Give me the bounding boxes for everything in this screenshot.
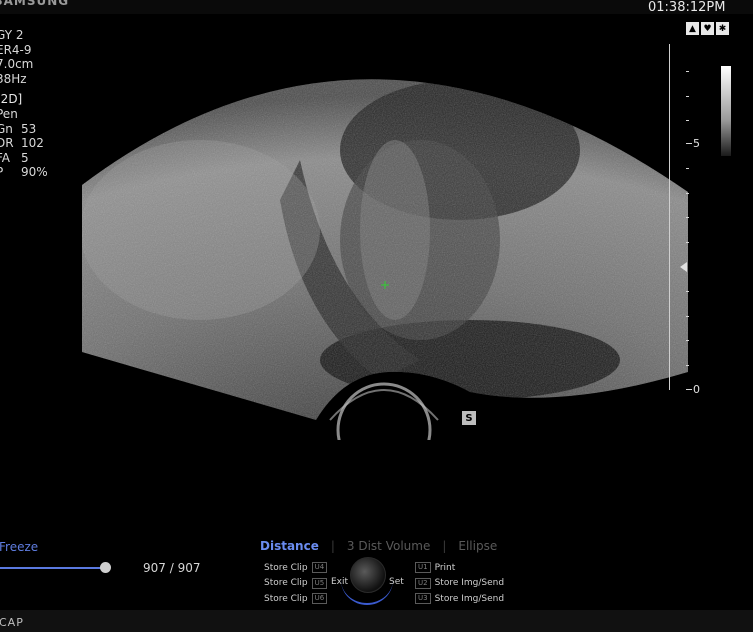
- scale-label-5: 5: [693, 137, 700, 150]
- scale-tick: [686, 242, 689, 243]
- freeze-label[interactable]: Freeze: [0, 540, 38, 554]
- scale-tick: [686, 340, 689, 341]
- cine-slider-track[interactable]: [0, 567, 104, 569]
- softkeys-right: U1 Print U2 Store Img/Send U3 Store Img/Sen…: [415, 560, 504, 607]
- trackball-set[interactable]: Set: [389, 577, 404, 587]
- focus-marker-icon[interactable]: [680, 262, 687, 272]
- softkey-store-img-send[interactable]: U3 Store Img/Send: [415, 591, 504, 607]
- scale-tick: [686, 168, 689, 169]
- scale-tick: [686, 193, 689, 194]
- softkey-print[interactable]: U1 Print: [415, 560, 504, 576]
- separator: |: [442, 539, 447, 553]
- separator: |: [330, 539, 335, 553]
- scale-tick: [686, 96, 689, 97]
- scale-label-0: 0: [693, 383, 700, 396]
- scale-tick: [686, 389, 692, 390]
- scale-tick: [686, 120, 689, 121]
- trackball-exit[interactable]: Exit: [331, 577, 348, 587]
- trackball-icon[interactable]: [350, 557, 386, 593]
- transducer-arc: [336, 382, 432, 440]
- scale-tick: [686, 143, 692, 144]
- frame-counter: 907 / 907: [143, 561, 201, 575]
- scale-tick: [686, 365, 689, 366]
- scale-tick: [686, 316, 689, 317]
- softkey-store-clip[interactable]: Store Clip U6: [264, 591, 328, 607]
- ultrasound-image: [82, 79, 688, 440]
- measure-3-dist-volume[interactable]: 3 Dist Volume: [347, 539, 430, 553]
- measure-distance[interactable]: Distance: [260, 539, 319, 553]
- softkey-store-clip[interactable]: Store Clip U5: [264, 576, 328, 592]
- softkeys-left: Store Clip U4 Store Clip U5 Store Clip U6: [264, 560, 328, 607]
- bottom-strip: [0, 610, 753, 632]
- softkey-store-img-send[interactable]: U2 Store Img/Send: [415, 576, 504, 592]
- depth-scale: [669, 44, 670, 390]
- scale-tick: [686, 71, 689, 72]
- scale-tick: [686, 217, 689, 218]
- scale-tick: [686, 291, 689, 292]
- cine-slider-knob[interactable]: [100, 562, 111, 573]
- grayscale-bar: [721, 66, 731, 156]
- softkey-store-clip[interactable]: Store Clip U4: [264, 560, 328, 576]
- measure-ellipse[interactable]: Ellipse: [458, 539, 497, 553]
- cap-label: CAP: [0, 616, 24, 629]
- s-marker: S: [462, 411, 476, 425]
- measure-menu: Distance | 3 Dist Volume | Ellipse: [260, 539, 497, 553]
